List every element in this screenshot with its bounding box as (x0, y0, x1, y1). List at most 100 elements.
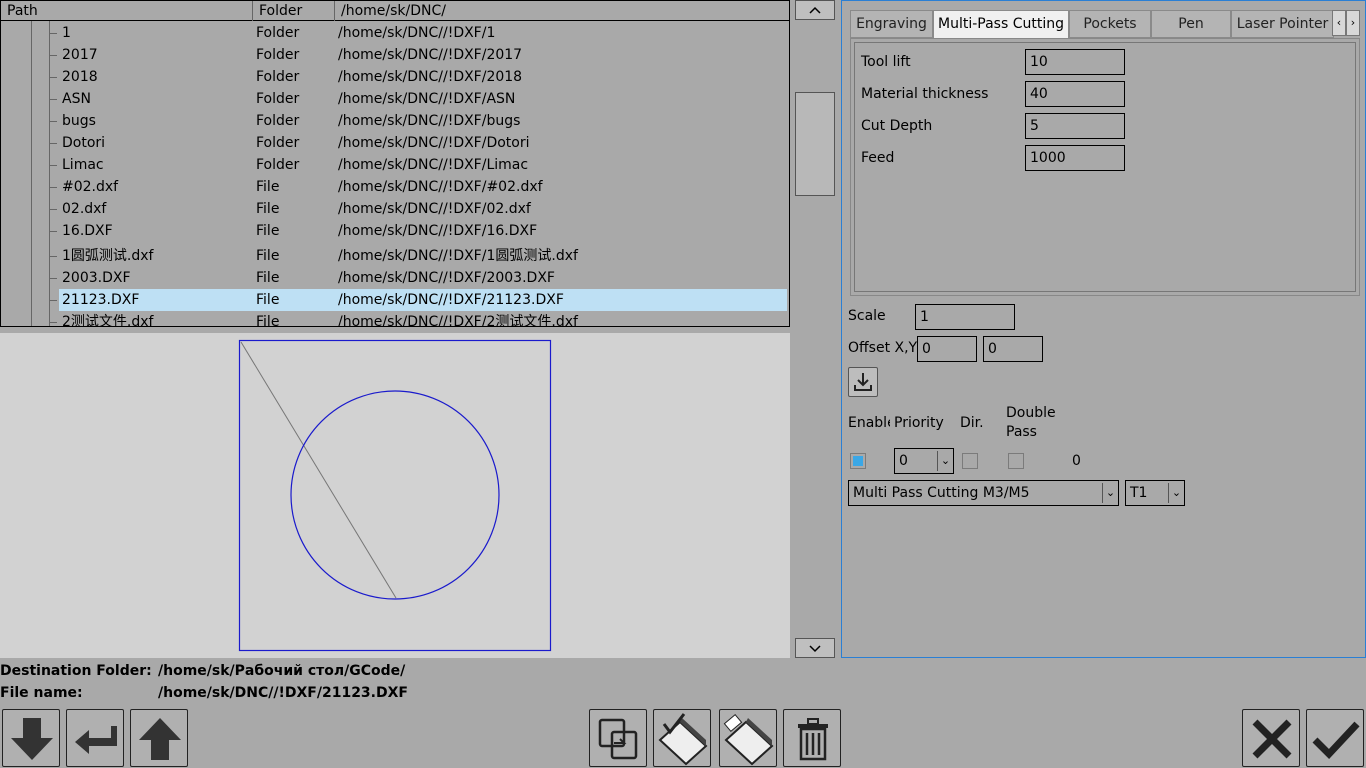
tab-pockets[interactable]: Pockets (1069, 10, 1151, 38)
row-name: #02.dxf (62, 179, 119, 195)
tab-multi-pass-cutting[interactable]: Multi-Pass Cutting (933, 10, 1069, 38)
download-icon (854, 373, 872, 391)
delete-button[interactable] (783, 709, 841, 767)
move-down-button[interactable] (2, 709, 60, 767)
table-row[interactable]: 16.DXF File/home/sk/DNC//!DXF/16.DXF (1, 220, 789, 242)
row-type: Folder (256, 47, 300, 63)
tab-laser-pointer[interactable]: Laser Pointer (1231, 10, 1334, 38)
feed-input[interactable]: 1000 (1025, 145, 1125, 171)
arrow-down-icon (11, 718, 53, 760)
table-row[interactable]: ASN Folder/home/sk/DNC//!DXF/ASN (1, 88, 789, 110)
row-name: 02.dxf (62, 201, 107, 217)
chevron-down-icon (809, 645, 821, 653)
double-pass-checkbox[interactable] (1008, 453, 1024, 469)
tree-branch (49, 99, 57, 100)
tab-engraving[interactable]: Engraving (850, 10, 933, 38)
scale-label: Scale (848, 308, 886, 324)
table-row[interactable]: 2017 Folder/home/sk/DNC//!DXF/2017 (1, 44, 789, 66)
table-row[interactable]: 02.dxf File/home/sk/DNC//!DXF/02.dxf (1, 198, 789, 220)
table-row[interactable]: bugs Folder/home/sk/DNC//!DXF/bugs (1, 110, 789, 132)
scale-input[interactable]: 1 (915, 304, 1015, 330)
new-file-button[interactable] (719, 709, 777, 767)
tree-branch (49, 278, 57, 279)
double-pass-column-label-line1: Double (1006, 405, 1056, 421)
table-row[interactable]: 2003.DXF File/home/sk/DNC//!DXF/2003.DXF (1, 267, 789, 289)
table-row[interactable]: 21123.DXF File/home/sk/DNC//!DXF/21123.DX… (1, 289, 789, 311)
copy-button[interactable] (589, 709, 647, 767)
tool-lift-input[interactable]: 10 (1025, 49, 1125, 75)
file-name-label: File name: (0, 685, 83, 701)
tree-branch (49, 55, 57, 56)
tool-select[interactable]: T1 ⌄ (1125, 480, 1185, 506)
convert-button[interactable] (653, 709, 711, 767)
dxf-preview[interactable] (0, 333, 790, 658)
table-row[interactable]: Dotori Folder/home/sk/DNC//!DXF/Dotori (1, 132, 789, 154)
row-name: 2测试文件.dxf (62, 314, 154, 327)
header-path[interactable]: Path (1, 1, 253, 21)
row-type: File (256, 292, 280, 308)
row-name: 1圆弧测试.dxf (62, 248, 154, 264)
row-path: /home/sk/DNC//!DXF/2003.DXF (338, 270, 555, 286)
row-path: /home/sk/DNC//!DXF/02.dxf (338, 201, 531, 217)
offset-label: Offset X,Y (848, 340, 918, 356)
scroll-down-button[interactable] (795, 638, 835, 658)
row-path: /home/sk/DNC//!DXF/1圆弧测试.dxf (338, 248, 578, 264)
tree-branch (49, 77, 57, 78)
table-row[interactable]: Limac Folder/home/sk/DNC//!DXF/Limac (1, 154, 789, 176)
header-type[interactable]: Folder (253, 1, 335, 21)
bounding-box (238, 339, 552, 652)
cut-depth-label: Cut Depth (861, 118, 933, 134)
row-type: File (256, 248, 280, 264)
enable-column-label: Enable (848, 415, 890, 431)
row-name: ASN (62, 91, 91, 107)
offset-x-input[interactable]: 0 (917, 336, 977, 362)
table-row[interactable]: 2测试文件.dxf File/home/sk/DNC//!DXF/2测试文件.dx… (1, 311, 789, 327)
double-pass-column-label-line2: Pass (1006, 424, 1037, 440)
row-name: 2003.DXF (62, 270, 131, 286)
table-row[interactable]: #02.dxf File/home/sk/DNC//!DXF/#02.dxf (1, 176, 789, 198)
tool-select-value: T1 (1130, 485, 1148, 501)
table-row[interactable]: 2018 Folder/home/sk/DNC//!DXF/2018 (1, 66, 789, 88)
import-button[interactable] (848, 367, 878, 397)
row-name: 2017 (62, 47, 98, 63)
offset-y-input[interactable]: 0 (983, 336, 1043, 362)
row-type: Folder (256, 69, 300, 85)
tree-branch (49, 187, 57, 188)
row-path: /home/sk/DNC//!DXF/16.DXF (338, 223, 538, 239)
table-row[interactable]: 1 Folder/home/sk/DNC//!DXF/1 (1, 22, 789, 44)
settings-panel: Engraving Multi-Pass Cutting Pockets Pen… (841, 0, 1366, 658)
enable-checkbox[interactable] (850, 453, 866, 469)
return-arrow-icon (75, 726, 117, 754)
file-tree[interactable]: Path Folder /home/sk/DNC/ 1 Folder/home/s… (0, 0, 790, 327)
new-file-icon (723, 713, 774, 766)
mode-select[interactable]: Multi Pass Cutting M3/M5 ⌄ (848, 480, 1119, 506)
file-name-value: /home/sk/DNC//!DXF/21123.DXF (158, 685, 408, 701)
move-up-button[interactable] (130, 709, 188, 767)
scroll-up-button[interactable] (795, 0, 835, 20)
material-thickness-label: Material thickness (861, 86, 989, 102)
tree-branch (49, 143, 57, 144)
vertical-scrollbar[interactable] (795, 0, 835, 660)
cancel-button[interactable] (1242, 709, 1300, 767)
row-name: 16.DXF (62, 223, 113, 239)
table-row[interactable]: 1圆弧测试.dxf File/home/sk/DNC//!DXF/1圆弧测试.dx… (1, 245, 789, 267)
enter-folder-button[interactable] (66, 709, 124, 767)
preview-canvas (238, 339, 552, 652)
tab-scroll-right-button[interactable]: › (1346, 10, 1360, 36)
row-type: File (256, 179, 280, 195)
row-path: /home/sk/DNC//!DXF/2017 (338, 47, 523, 63)
dir-checkbox[interactable] (962, 453, 978, 469)
confirm-button[interactable] (1306, 709, 1364, 767)
tab-pen[interactable]: Pen (1151, 10, 1231, 38)
close-icon (1252, 719, 1292, 759)
header-root[interactable]: /home/sk/DNC/ (335, 1, 789, 21)
priority-select[interactable]: 0 ⌄ (894, 448, 954, 474)
scroll-thumb[interactable] (795, 92, 835, 196)
row-type: Folder (256, 113, 300, 129)
material-thickness-input[interactable]: 40 (1025, 81, 1125, 107)
mode-select-value: Multi Pass Cutting M3/M5 (853, 485, 1030, 501)
row-name: bugs (62, 113, 96, 129)
tab-scroll-left-button[interactable]: ‹ (1332, 10, 1346, 36)
dir-column-label: Dir. (960, 415, 984, 431)
cut-depth-input[interactable]: 5 (1025, 113, 1125, 139)
